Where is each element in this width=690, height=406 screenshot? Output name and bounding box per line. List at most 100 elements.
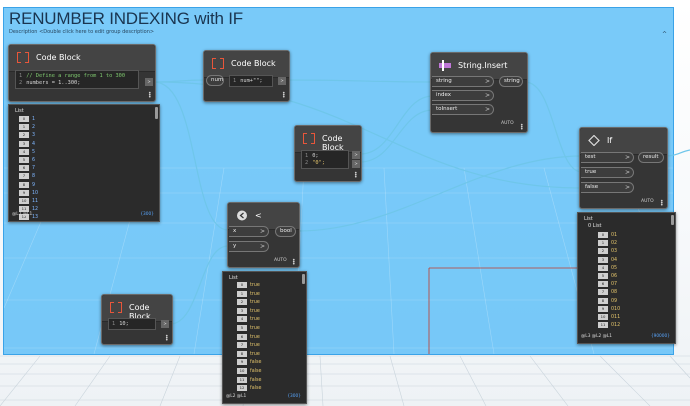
output-port[interactable]: >	[278, 77, 286, 85]
output-port[interactable]: >	[161, 320, 169, 328]
code-editor[interactable]: 1 num+"";	[229, 75, 273, 87]
input-port-test[interactable]: test >	[581, 152, 634, 163]
list-index: 6	[598, 281, 608, 288]
list-value: true	[250, 343, 260, 349]
list-index: 6	[237, 333, 247, 340]
list-value: 11	[32, 199, 39, 204]
node-menu-icon[interactable]: • • •	[660, 199, 664, 209]
input-port-true[interactable]: true >	[581, 167, 634, 178]
node-title: Code Block	[231, 59, 276, 68]
node-header[interactable]: Code Block	[204, 51, 289, 78]
preview-bools[interactable]: List 0 true 1 true 2 true 3 true 4 true 5 true 6 true…	[222, 271, 307, 404]
list-index: 4	[19, 148, 29, 155]
list-levels: @L3 @L2 @L1	[581, 334, 613, 339]
code-block-icon	[110, 302, 122, 313]
list-value: 9	[32, 182, 36, 188]
list-value: 6	[32, 158, 36, 163]
list-item: 11 012	[598, 322, 668, 329]
list-value: true	[250, 308, 260, 314]
code-block-node-params[interactable]: Code Block 1 0; 2 "0"; > > • • •	[294, 125, 362, 182]
node-menu-icon[interactable]: • • •	[354, 171, 358, 181]
preview-sublist-header[interactable]: 0 List	[588, 223, 602, 229]
lacing-label[interactable]: AUTO	[641, 199, 654, 204]
list-value: false	[250, 360, 262, 366]
list-value: true	[250, 351, 260, 357]
list-value: true	[250, 326, 260, 331]
workspace-canvas[interactable]: RENUMBER INDEXING with IF Description <D…	[0, 0, 690, 406]
input-port-string[interactable]: string >	[432, 76, 494, 87]
string-insert-node[interactable]: String.Insert string > index > toInsert > s…	[430, 52, 528, 133]
node-title: Code Block	[36, 53, 81, 62]
list-item: 10 011	[598, 314, 668, 321]
list-item: 34	[19, 140, 89, 148]
list-index: 12	[237, 385, 247, 392]
less-than-node[interactable]: < x > y > bool AUTO • • •	[227, 202, 300, 268]
node-menu-icon[interactable]: • • •	[520, 123, 524, 133]
list-item: 5 06	[598, 273, 668, 280]
node-header[interactable]: Code Block	[295, 126, 361, 153]
output-port-zero[interactable]: >	[352, 151, 360, 159]
code-editor[interactable]: 1// Define a range from 1 to 300 2 number…	[15, 70, 139, 89]
list-index: 1	[19, 124, 29, 131]
list-index: 5	[19, 157, 29, 163]
if-node[interactable]: If test > true > false > result AUTO • • •	[579, 127, 668, 209]
list-index: 4	[237, 316, 247, 323]
lacing-label[interactable]: AUTO	[274, 258, 287, 263]
input-port-index[interactable]: index >	[432, 90, 494, 101]
node-menu-icon[interactable]: • • •	[292, 258, 296, 268]
code-editor[interactable]: 1 0; 2 "0";	[301, 150, 349, 169]
chevron-right-icon: >	[259, 228, 265, 235]
list-item: 78	[19, 173, 89, 180]
list-value: 010	[611, 306, 621, 312]
output-port-string[interactable]: string	[499, 76, 523, 87]
input-port-y[interactable]: y >	[229, 241, 269, 252]
input-port-num[interactable]: num	[206, 75, 224, 86]
list-item: 0 true	[237, 282, 306, 289]
list-index: 7	[598, 289, 608, 296]
list-item: 2 03	[598, 248, 668, 255]
output-port-result[interactable]: result	[638, 152, 664, 163]
code-editor[interactable]: 1 10;	[108, 318, 156, 330]
list-value: 10	[32, 190, 39, 196]
input-port-toinsert[interactable]: toInsert >	[432, 104, 494, 115]
code-line: num+"";	[240, 78, 263, 84]
wire-zero-to-index	[359, 95, 434, 155]
list-value: true	[250, 300, 260, 306]
preview-scrollbar[interactable]	[671, 215, 674, 225]
node-header[interactable]: If	[580, 128, 667, 155]
list-item: 9 10	[19, 189, 89, 197]
preview-numbers[interactable]: List 0 1 1 2 2 3 3 4 4 5 5 6 6 7 7 8 8 9 9 10 10 11 11 12 12 13 @…	[8, 104, 160, 222]
port-label: string	[436, 78, 452, 84]
list-item: 12 false	[237, 385, 306, 392]
input-port-false[interactable]: false >	[581, 182, 634, 193]
output-port-zero-string[interactable]: >	[352, 160, 360, 168]
code-block-icon	[17, 52, 29, 63]
list-index: 10	[237, 368, 247, 374]
list-value: 4	[32, 141, 36, 147]
port-label: test	[585, 154, 596, 160]
output-port[interactable]: >	[145, 78, 153, 86]
preview-list-header: List	[15, 108, 24, 114]
node-header[interactable]: Code Block	[9, 45, 155, 72]
preview-if-result[interactable]: List 0 List 0 01 1 02 2 03 3 04 4 05 5 06 6 07 7 08 8 09 9…	[577, 212, 676, 344]
list-index: 2	[237, 299, 247, 306]
node-menu-icon[interactable]: • • •	[148, 91, 152, 101]
code-block-node-numbers[interactable]: Code Block 1// Define a range from 1 to …	[8, 44, 156, 102]
list-value: 2	[32, 125, 36, 131]
code-block-node-ten[interactable]: Code Block 1 10; > • • •	[101, 294, 173, 345]
node-title: <	[255, 211, 262, 220]
code-block-node-num[interactable]: Code Block num 1 num+""; > • • •	[203, 50, 290, 102]
string-insert-icon	[439, 60, 451, 71]
preview-footer: @L2 @L1 {300}	[12, 212, 156, 219]
output-port-bool[interactable]: bool	[275, 226, 296, 237]
chevron-right-icon: >	[624, 184, 630, 191]
list-item: 3 04	[598, 256, 668, 264]
node-menu-icon[interactable]: • • •	[282, 91, 286, 101]
wire-num-to-string	[287, 79, 434, 83]
lacing-label[interactable]: AUTO	[501, 121, 514, 126]
list-value: 06	[611, 274, 618, 279]
list-value: 011	[611, 315, 621, 320]
preview-scrollbar[interactable]	[155, 107, 158, 119]
input-port-x[interactable]: x >	[229, 226, 269, 237]
node-menu-icon[interactable]: • • •	[165, 334, 169, 344]
